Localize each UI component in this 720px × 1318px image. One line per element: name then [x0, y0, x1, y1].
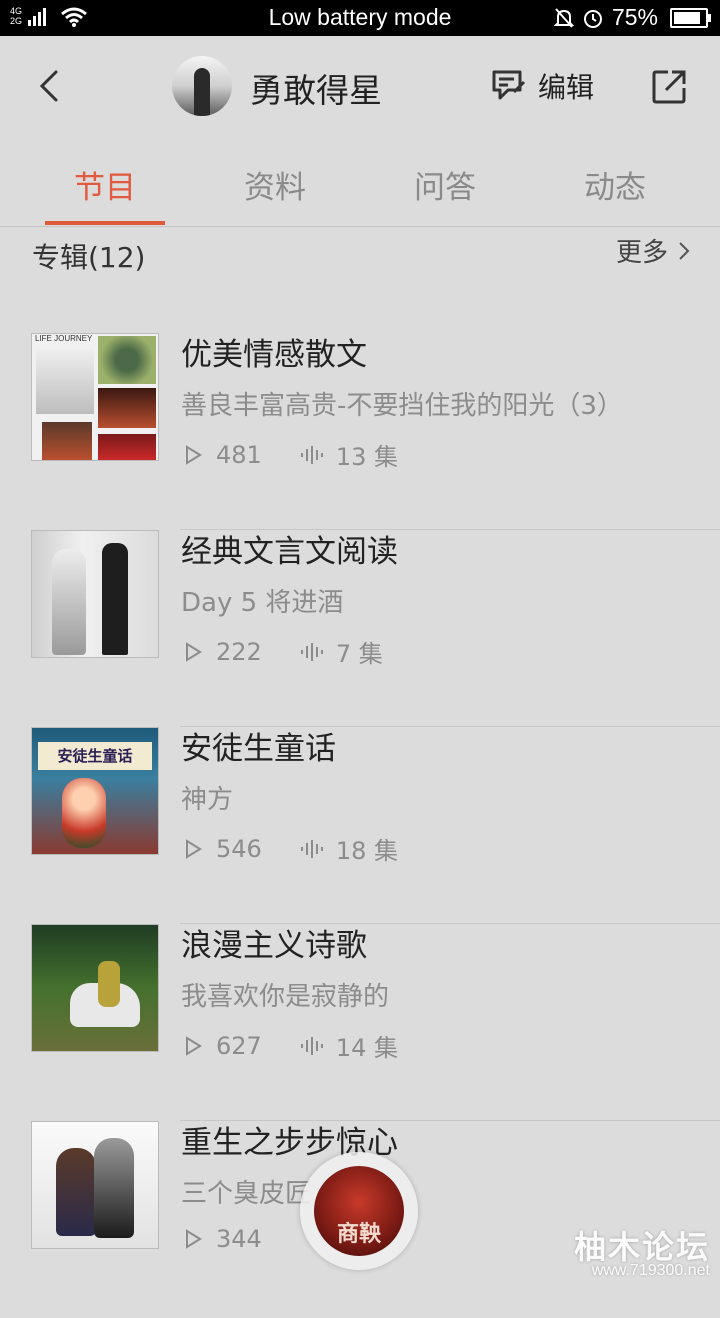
- status-bar: 4G 2G Low battery mode 75%: [0, 0, 720, 36]
- episode-count-icon: [300, 445, 323, 464]
- album-stats: 222 7 集: [184, 634, 383, 669]
- album-stats: 627 14 集: [184, 1028, 398, 1063]
- chevron-right-icon: [679, 241, 690, 260]
- cover-text: 安徒生童话: [38, 742, 152, 770]
- album-item[interactable]: 浪漫主义诗歌 我喜欢你是寂静的 627 14 集: [0, 924, 720, 1121]
- more-label: 更多: [615, 238, 668, 268]
- battery-percent: 75%: [611, 4, 658, 30]
- edit-icon: [492, 70, 526, 100]
- now-playing-disc: 商鞅: [314, 1166, 404, 1256]
- tab-programs[interactable]: 节目: [74, 162, 136, 207]
- album-cover: LIFE JOURNEY: [31, 333, 159, 461]
- now-playing-cover-text: 商鞅: [336, 1221, 381, 1247]
- album-item[interactable]: LIFE JOURNEY 优美情感散文 善良丰富高贵-不要挡住我的阳光（3） 4…: [0, 333, 720, 530]
- album-title: 浪漫主义诗歌: [181, 928, 367, 964]
- tab-bar: 节目 资料 问答 动态: [0, 136, 720, 227]
- album-latest-episode: 善良丰富高贵-不要挡住我的阳光（3）: [181, 391, 623, 421]
- album-latest-episode: 三个臭皮匠: [181, 1179, 312, 1209]
- tab-qa[interactable]: 问答: [414, 162, 476, 207]
- album-latest-episode: Day 5 将进酒: [181, 588, 344, 618]
- tab-activity[interactable]: 动态: [584, 162, 646, 207]
- album-cover: [31, 924, 159, 1052]
- watermark: 柚木论坛 www.719300.net: [574, 1222, 710, 1280]
- episode-count: 18 集: [335, 837, 398, 865]
- silent-bell-icon: [553, 7, 574, 28]
- album-item[interactable]: 安徒生童话 安徒生童话 神方 546 18 集: [0, 727, 720, 924]
- albums-section-title: 专辑(12): [32, 241, 146, 274]
- album-stats: 546 18 集: [184, 831, 398, 866]
- back-button[interactable]: [32, 66, 68, 106]
- play-count-icon: [186, 838, 202, 859]
- album-item[interactable]: 经典文言文阅读 Day 5 将进酒 222 7 集: [0, 530, 720, 727]
- album-stats: 344: [184, 1225, 262, 1253]
- play-count-icon: [186, 1035, 202, 1056]
- alarm-icon: [583, 9, 602, 28]
- battery-icon: [670, 7, 711, 28]
- play-count: 344: [216, 1225, 262, 1253]
- cover-text: LIFE JOURNEY: [35, 334, 93, 343]
- play-count: 627: [216, 1031, 262, 1060]
- episode-count-icon: [300, 642, 323, 661]
- album-title: 安徒生童话: [181, 731, 336, 767]
- watermark-url: www.719300.net: [591, 1262, 710, 1279]
- play-count-icon: [186, 444, 202, 465]
- album-title: 经典文言文阅读: [181, 534, 398, 570]
- edit-label: 编辑: [538, 71, 595, 104]
- episode-count-icon: [300, 1036, 323, 1055]
- play-count-icon: [186, 1229, 202, 1249]
- share-button[interactable]: [650, 68, 688, 106]
- episode-count-icon: [300, 839, 323, 858]
- tab-profile-info[interactable]: 资料: [244, 162, 306, 207]
- active-tab-indicator: [45, 221, 165, 225]
- episode-count: 7 集: [335, 640, 383, 668]
- play-count: 481: [216, 440, 262, 469]
- album-latest-episode: 我喜欢你是寂静的: [181, 982, 390, 1012]
- album-cover: 安徒生童话: [31, 727, 159, 855]
- album-cover: [31, 1121, 159, 1249]
- edit-button[interactable]: 编辑: [490, 66, 594, 106]
- album-title: 优美情感散文: [181, 337, 367, 373]
- profile-header: 勇敢得星 编辑: [0, 36, 720, 136]
- album-stats: 481 13 集: [184, 437, 398, 472]
- play-count: 222: [216, 637, 262, 666]
- play-count-icon: [186, 641, 202, 662]
- more-link[interactable]: 更多: [616, 232, 690, 269]
- avatar[interactable]: [172, 56, 232, 116]
- mini-player-button[interactable]: 商鞅: [300, 1152, 418, 1270]
- profile-name: 勇敢得星: [250, 71, 382, 110]
- album-latest-episode: 神方: [181, 785, 234, 815]
- album-cover: [31, 530, 159, 658]
- episode-count: 14 集: [335, 1034, 398, 1062]
- play-count: 546: [216, 834, 262, 863]
- episode-count: 13 集: [335, 443, 398, 471]
